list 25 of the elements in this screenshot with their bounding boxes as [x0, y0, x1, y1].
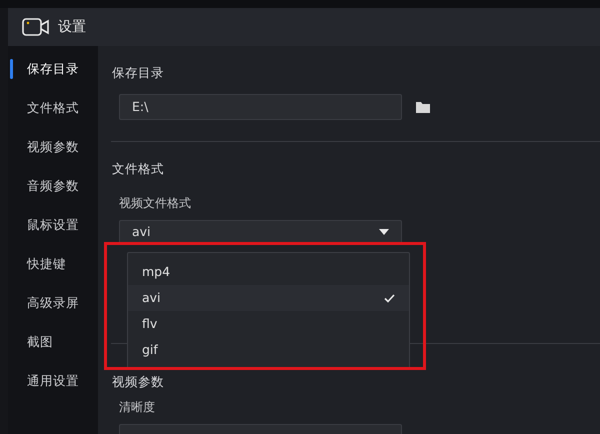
sidebar-item[interactable]: 保存目录: [8, 58, 98, 97]
window-title: 设置: [58, 18, 86, 36]
sidebar-item[interactable]: 通用设置: [8, 370, 98, 409]
caret-icon: [379, 229, 389, 235]
sidebar-item[interactable]: 截图: [8, 331, 98, 370]
check-icon: [384, 294, 395, 302]
sidebar-item[interactable]: 高级录屏: [8, 292, 98, 331]
sidebar-item[interactable]: 音频参数: [8, 175, 98, 214]
dropdown-option[interactable]: mp4: [128, 259, 409, 285]
folder-icon[interactable]: [416, 100, 430, 113]
sidebar-item[interactable]: 视频参数: [8, 136, 98, 175]
dropdown-option[interactable]: gif: [128, 337, 409, 363]
sidebar-item[interactable]: 鼠标设置: [8, 214, 98, 253]
camera-icon: [22, 18, 50, 36]
section-heading: 视频参数: [112, 372, 165, 390]
format-select[interactable]: avi: [119, 220, 402, 244]
sidebar-item[interactable]: 文件格式: [8, 97, 98, 136]
sidebar-item[interactable]: 快捷键: [8, 253, 98, 292]
dropdown-option[interactable]: flv: [128, 311, 409, 337]
field-label: 视频文件格式: [119, 194, 192, 212]
section-heading: 保存目录: [112, 64, 165, 82]
dropdown-option[interactable]: avi: [128, 285, 409, 311]
section-heading: 文件格式: [112, 160, 165, 178]
field-label: 清晰度: [119, 399, 156, 416]
path-field[interactable]: E:\: [119, 94, 402, 120]
